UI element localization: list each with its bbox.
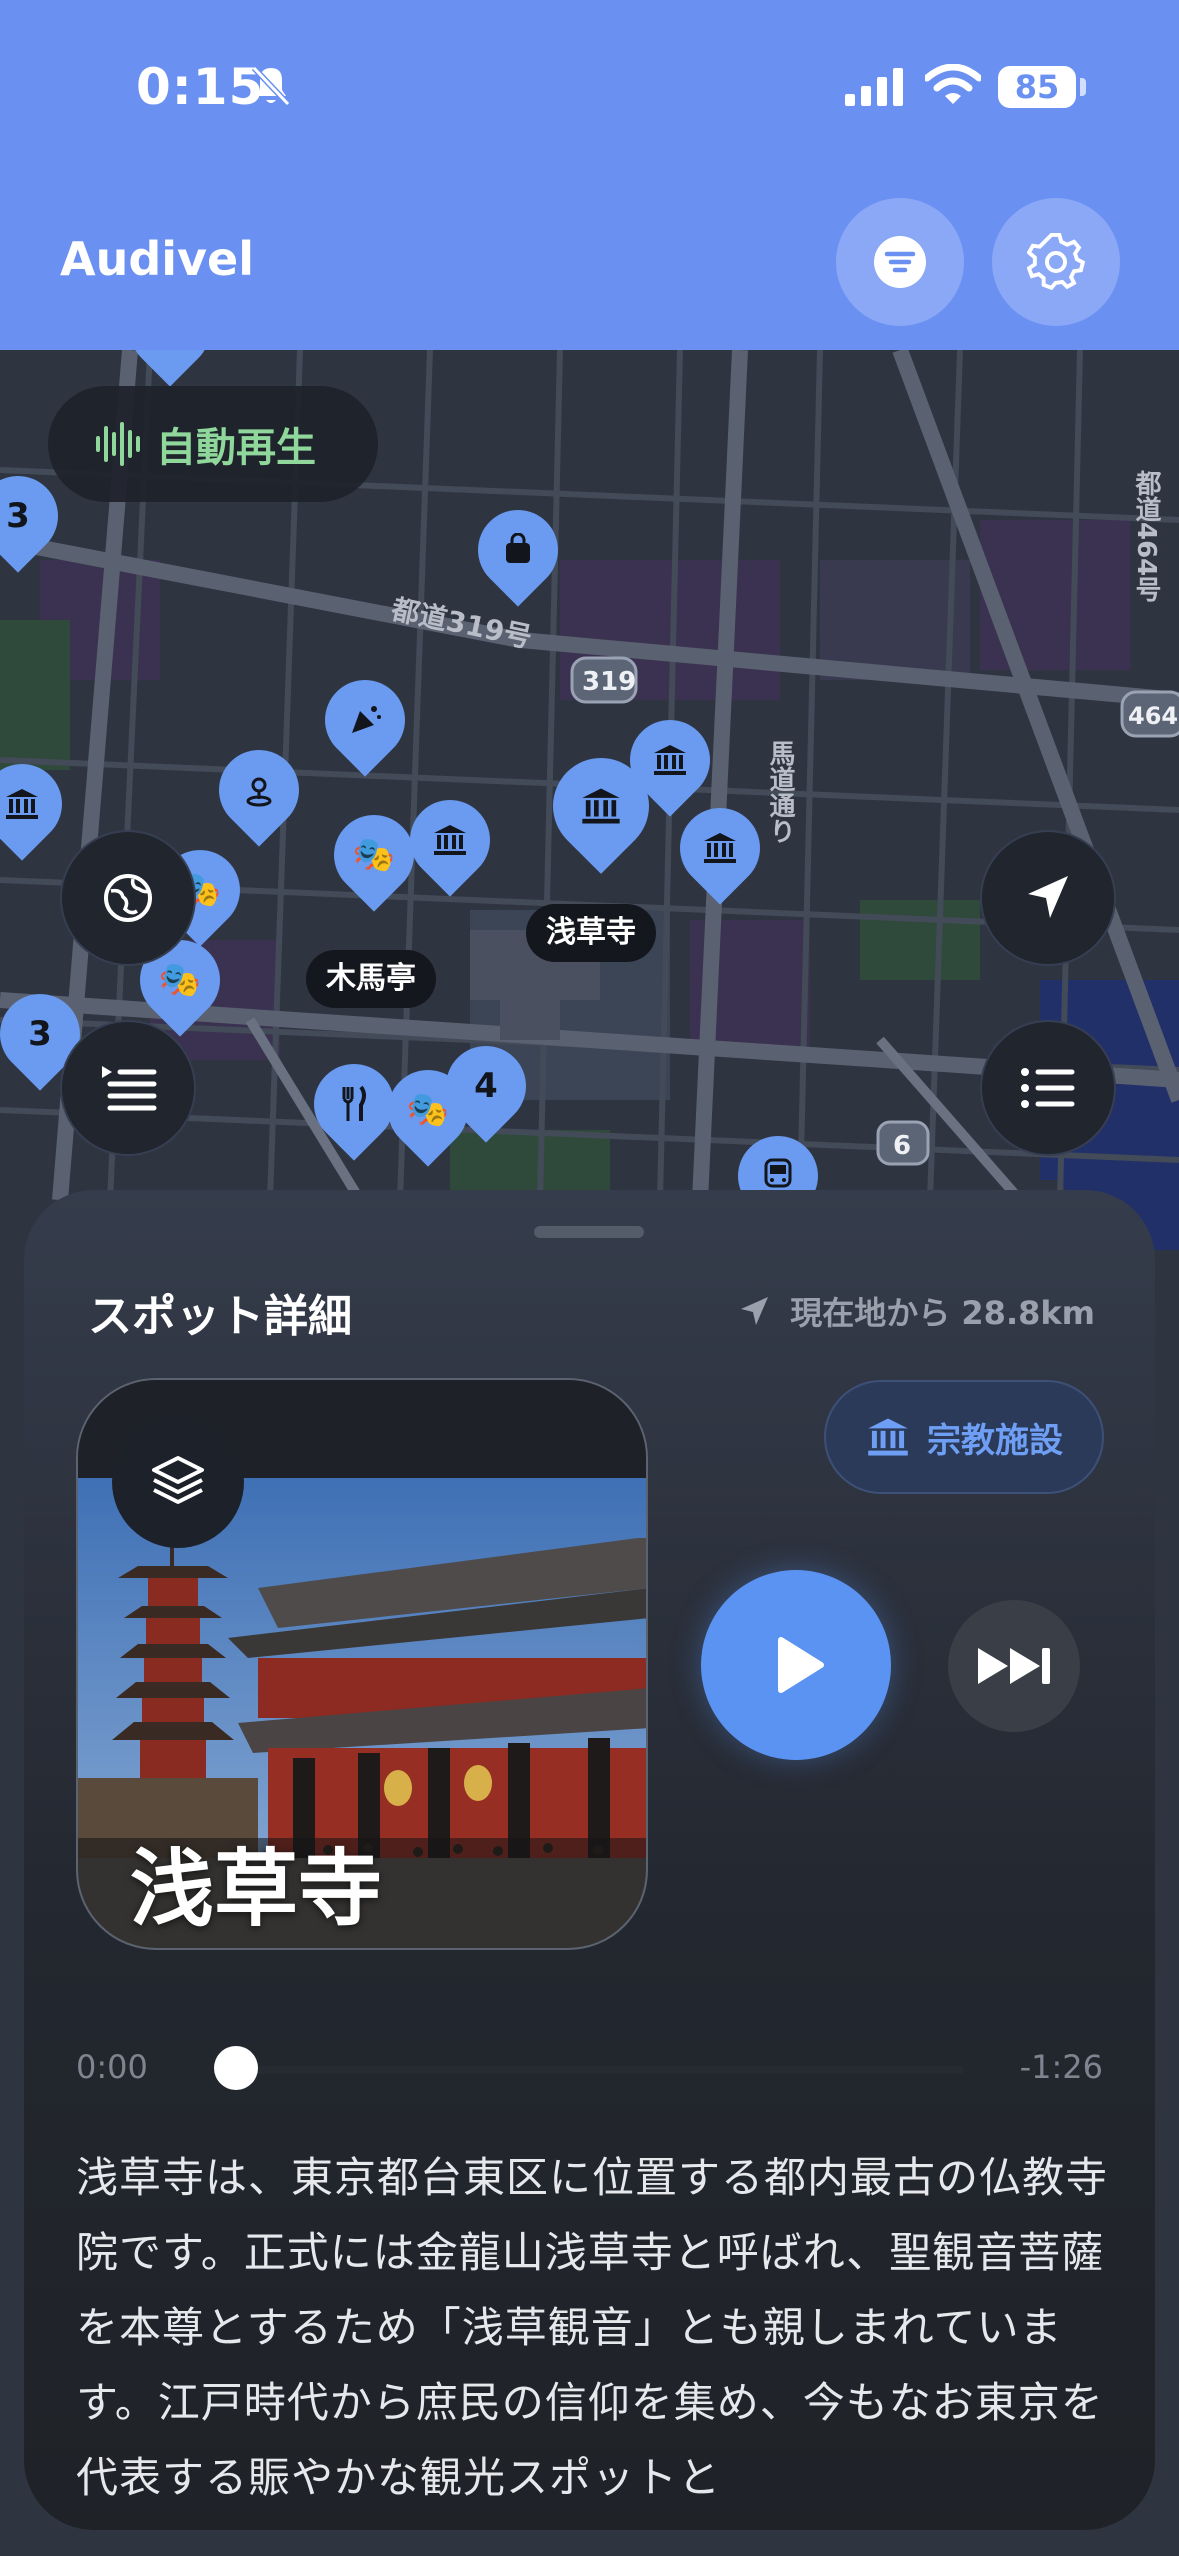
globe-icon <box>104 874 152 922</box>
bag-icon <box>478 510 558 590</box>
map-pin-museum[interactable] <box>663 791 777 905</box>
map-place-label[interactable]: 浅草寺 <box>526 904 656 962</box>
app-title: Audivel <box>60 232 254 286</box>
museum-icon <box>680 808 760 888</box>
route-shield-464: 464 <box>1128 702 1178 730</box>
globe-button[interactable] <box>60 830 196 966</box>
gear-icon <box>1027 233 1085 291</box>
museum-icon <box>0 764 62 844</box>
status-time: 0:15 <box>136 58 265 116</box>
map-place-label[interactable]: 木馬亭 <box>306 950 436 1008</box>
map-pin-landmark[interactable] <box>202 733 316 847</box>
route-shield-319: 319 <box>582 667 636 697</box>
category-label: 宗教施設 <box>927 1420 1063 1461</box>
road-label-464: 都道464号 <box>1131 470 1162 602</box>
filter-icon <box>874 236 926 288</box>
autoplay-label: 自動再生 <box>156 425 316 471</box>
fork-knife-icon <box>314 1064 394 1144</box>
list-indent-icon <box>102 1066 157 1111</box>
map-pin-museum[interactable] <box>393 783 507 897</box>
battery-cap <box>1080 78 1086 96</box>
location-arrow-icon <box>741 1297 769 1325</box>
spot-description: 浅草寺は、東京都台東区に位置する都内最古の仏教寺院です。正式には金龍山浅草寺と呼… <box>76 2153 1109 2502</box>
museum-icon <box>868 1418 908 1456</box>
map-pin-event[interactable] <box>308 663 422 777</box>
layers-icon <box>152 1456 204 1504</box>
road-label-umamichi: 馬道通り <box>765 740 795 844</box>
map-pin-museum[interactable] <box>613 703 727 817</box>
map-cluster[interactable]: 4 <box>429 1029 543 1143</box>
spot-detail-sheet[interactable]: スポット詳細 現在地から 28.8km 浅草寺 宗教施設 0:00 -1:26 … <box>24 1190 1155 2530</box>
sheet-title: スポット詳細 <box>88 1291 352 1342</box>
layers-button[interactable] <box>112 1416 244 1548</box>
cluster-count: 4 <box>474 1066 498 1106</box>
list-toggle-button[interactable] <box>60 1020 196 1156</box>
list-icon <box>1021 1068 1075 1108</box>
progress-track[interactable] <box>234 2066 964 2074</box>
wifi-icon <box>925 64 981 104</box>
skip-next-button[interactable] <box>948 1600 1080 1732</box>
route-shield-6: 6 <box>893 1131 911 1161</box>
museum-icon <box>630 720 710 800</box>
map-pin-shopping[interactable] <box>461 493 575 607</box>
app-header: 0:15 85 Audivel <box>0 0 1179 350</box>
museum-icon <box>410 800 490 880</box>
autoplay-button[interactable]: 自動再生 <box>48 386 378 502</box>
waveform-icon <box>96 422 140 466</box>
spot-name: 浅草寺 <box>130 1840 383 1938</box>
pin-marker-icon <box>219 750 299 830</box>
remaining-time: -1:26 <box>1019 2048 1103 2086</box>
skip-forward-icon <box>978 1648 1050 1684</box>
spot-image-card[interactable]: 浅草寺 <box>76 1378 648 1950</box>
play-button[interactable] <box>701 1570 891 1760</box>
distance-indicator: 現在地から 28.8km <box>738 1288 1095 1334</box>
progress-thumb[interactable] <box>214 2046 258 2090</box>
settings-button[interactable] <box>992 198 1120 326</box>
spot-list-button[interactable] <box>980 1020 1116 1156</box>
current-location-button[interactable] <box>980 830 1116 966</box>
battery-indicator: 85 <box>998 66 1076 108</box>
sheet-grabber[interactable] <box>534 1226 644 1238</box>
elapsed-time: 0:00 <box>76 2048 148 2086</box>
cluster-count: 3 <box>6 496 30 536</box>
category-badge[interactable]: 宗教施設 <box>824 1380 1104 1494</box>
cellular-signal-icon <box>845 68 903 106</box>
location-arrow-icon <box>1028 876 1068 918</box>
party-icon <box>325 680 405 760</box>
play-icon <box>778 1637 824 1693</box>
bell-slash-icon <box>251 65 291 107</box>
theater-icon: 🎭 <box>352 835 396 875</box>
filter-button[interactable] <box>836 198 964 326</box>
distance-text: 現在地から 28.8km <box>790 1294 1095 1332</box>
